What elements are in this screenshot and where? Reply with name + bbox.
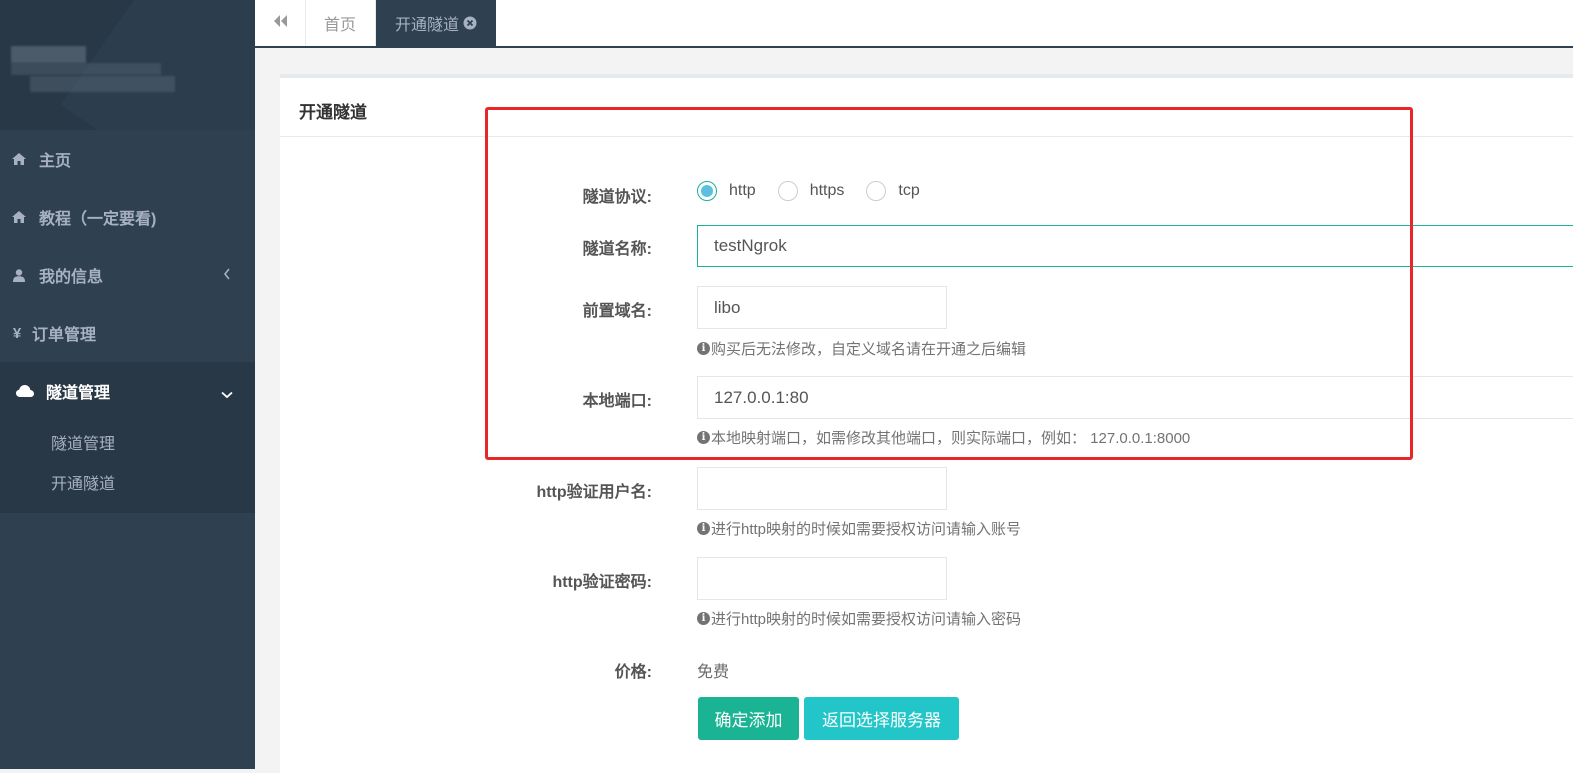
sidebar-item-tutorial[interactable]: 教程（一定要看)	[0, 188, 255, 246]
radio-http[interactable]	[697, 181, 717, 201]
submenu-item-open-tunnel[interactable]: 开通隧道	[51, 470, 115, 494]
sidebar-item-label: 我的信息	[39, 269, 104, 286]
protocol-label: 隧道协议:	[582, 189, 652, 206]
domain-help: i 购买后无法修改，自定义域名请在开通之后编辑	[697, 338, 1026, 359]
http-pass-input[interactable]	[697, 557, 947, 600]
chevron-down-icon	[221, 386, 233, 404]
help-text: 购买后无法修改，自定义域名请在开通之后编辑	[711, 341, 1027, 358]
radio-label: http	[729, 182, 756, 199]
http-pass-help: i 进行http映射的时候如需要授权访问请输入密码	[697, 608, 1021, 629]
http-user-label: http验证用户名:	[536, 484, 652, 501]
domain-label: 前置域名:	[582, 303, 652, 320]
http-pass-label: http验证密码:	[552, 574, 652, 591]
close-circle-icon[interactable]	[463, 16, 477, 30]
sidebar-item-home[interactable]: 主页	[0, 130, 255, 188]
profile-header	[0, 0, 255, 130]
help-text: 进行http映射的时候如需要授权访问请输入账号	[711, 521, 1022, 538]
sidebar-item-tunnels[interactable]: 隧道管理	[0, 362, 255, 420]
yen-icon: ¥	[12, 324, 22, 342]
sidebar-item-label: 主页	[39, 153, 72, 170]
radio-label: https	[809, 182, 845, 199]
home-icon	[12, 153, 26, 165]
tab-label: 首页	[323, 17, 356, 34]
help-text: 本地映射端口，如需修改其他端口，则实际端口，例如： 127.0.0.1:8000	[711, 430, 1191, 447]
tunnel-name-input[interactable]: testNgrok	[697, 225, 1573, 267]
submenu-item-tunnel-manage[interactable]: 隧道管理	[51, 430, 115, 454]
local-port-input[interactable]: 127.0.0.1:80	[697, 376, 1573, 419]
local-port-label: 本地端口:	[582, 393, 652, 410]
info-icon: i	[697, 612, 710, 625]
tunnel-submenu: 隧道管理 开通隧道	[0, 420, 255, 513]
info-icon: i	[697, 342, 710, 355]
blurred-info-2	[30, 76, 175, 92]
help-text: 进行http映射的时候如需要授权访问请输入密码	[711, 611, 1022, 628]
tab-bar: 首页 开通隧道	[255, 0, 1573, 48]
radio-label: tcp	[898, 182, 920, 199]
domain-input[interactable]: libo	[697, 286, 947, 329]
home-icon	[12, 211, 26, 223]
cloud-icon	[16, 385, 34, 397]
sidebar-item-label: 隧道管理	[46, 385, 111, 402]
tunnel-name-label: 隧道名称:	[582, 241, 652, 258]
tab-scroll-left-button[interactable]	[255, 0, 306, 46]
port-help: i 本地映射端口，如需修改其他端口，则实际端口，例如： 127.0.0.1:80…	[697, 427, 1190, 448]
tab-home[interactable]: 首页	[305, 0, 376, 46]
radio-https[interactable]	[777, 181, 798, 201]
back-to-server-button[interactable]: 返回选择服务器	[804, 697, 959, 740]
confirm-add-button[interactable]: 确定添加	[698, 697, 799, 740]
price-label: 价格:	[614, 664, 652, 681]
tab-label: 开通隧道	[394, 17, 459, 34]
double-chevron-left-icon	[272, 14, 288, 33]
http-user-input[interactable]	[697, 467, 947, 510]
http-user-help: i 进行http映射的时候如需要授权访问请输入账号	[697, 518, 1021, 539]
sidebar-item-my-info[interactable]: 我的信息	[0, 246, 255, 304]
user-icon	[12, 268, 26, 282]
sidebar-item-orders[interactable]: ¥ 订单管理	[0, 304, 255, 362]
panel-divider	[280, 136, 1573, 137]
chevron-left-icon	[223, 267, 231, 285]
panel-title: 开通隧道	[299, 103, 367, 122]
blurred-info	[11, 63, 161, 75]
blurred-username	[11, 46, 86, 63]
price-value: 免费	[697, 664, 730, 681]
info-icon: i	[697, 431, 710, 444]
radio-tcp[interactable]	[866, 181, 887, 201]
protocol-radio-group: http https tcp	[697, 181, 942, 201]
sidebar: 主页 教程（一定要看) 我的信息 ¥ 订单管理 隧道管理 隧道管理 开通隧道	[0, 0, 255, 769]
sidebar-item-label: 教程（一定要看)	[39, 211, 157, 228]
sidebar-item-label: 订单管理	[32, 327, 97, 344]
info-icon: i	[697, 522, 710, 535]
tab-open-tunnel[interactable]: 开通隧道	[376, 0, 496, 46]
